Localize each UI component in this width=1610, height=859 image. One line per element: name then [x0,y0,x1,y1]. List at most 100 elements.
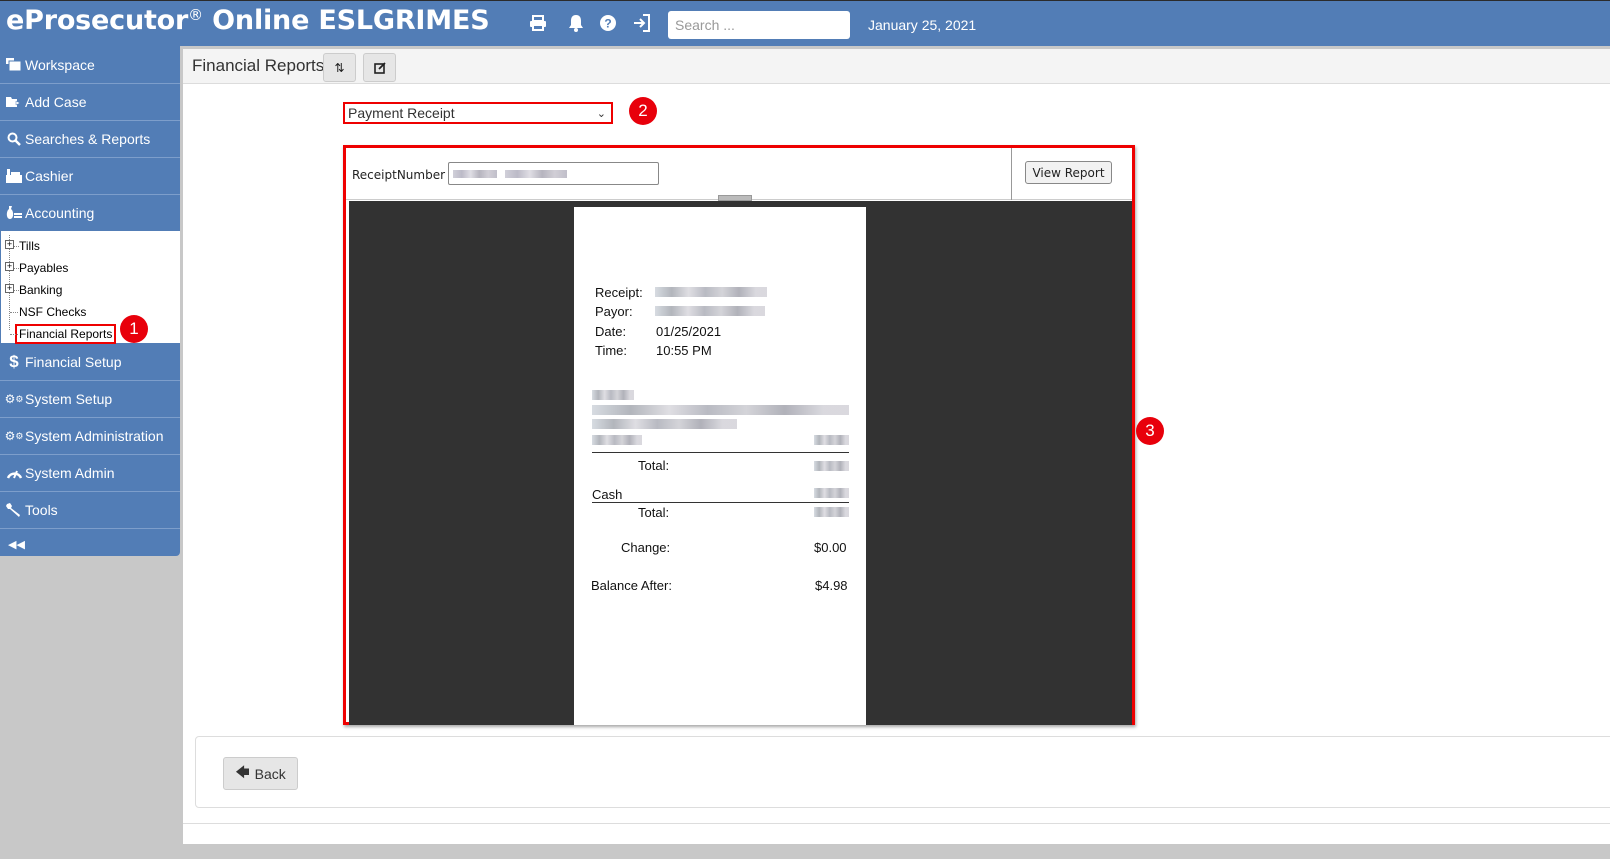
swap-button[interactable]: ⇅ [323,53,356,82]
view-report-button[interactable]: View Report [1025,161,1112,184]
balance-after-label: Balance After: [591,578,672,593]
bell-icon[interactable] [565,12,587,34]
workspace-icon [5,57,23,73]
main-content: Financial Reports ⇅ Payment Receipt ⌄ 2 … [183,46,1610,844]
search-input[interactable] [668,11,850,39]
tree-item-label: Banking [19,283,63,297]
sidebar-item-label: Searches & Reports [25,131,151,147]
amount-redacted [814,435,849,445]
receipt-number-redacted [655,287,767,297]
sidebar-item-label: Accounting [25,205,95,221]
current-date: January 25, 2021 [868,17,977,33]
dollar-icon: $ [9,351,19,371]
annotation-marker-2: 2 [629,97,657,125]
sidebar-item-label: System Administration [25,428,164,444]
payor-redacted [655,306,765,316]
sidebar-item-label: Workspace [25,56,95,73]
tree-item-financial-reports[interactable]: Financial Reports [1,323,180,345]
divider [592,452,849,453]
sidebar-item-label: Tools [25,502,58,518]
sidebar-item-system-setup[interactable]: ⚙ ⚙ System Setup [0,380,180,417]
collapse-sidebar-button[interactable]: ◀◀ [0,528,180,560]
back-button[interactable]: 🡄 Back [223,757,298,790]
balance-after-value: $4.98 [815,578,848,593]
app-title-rest: Online ESLGRIMES [202,5,490,36]
expand-icon[interactable]: + [5,262,14,271]
report-parameters: ReceiptNumber View Report [346,148,1132,200]
total-label: Total: [638,458,670,473]
line-item-redacted [592,390,634,400]
app-title-main: eProsecutor [6,5,189,36]
gears-icon: ⚙ ⚙ [4,429,24,443]
redacted-text [453,169,497,178]
tree-item-label: Tills [19,239,40,253]
divider [592,502,849,503]
page-header: Financial Reports ⇅ [183,46,1610,84]
receipt-number-label: ReceiptNumber [352,168,446,182]
arrow-left-icon: 🡄 [235,763,250,780]
payor-label: Payor: [595,304,633,319]
top-bar: eProsecutor® Online ESLGRIMES ? January … [0,0,1610,46]
annotation-marker-1: 1 [120,315,148,343]
dashboard-icon [5,465,23,481]
action-panel: 🡄 Back [195,736,1610,808]
change-value: $0.00 [814,540,847,555]
page-title: Financial Reports [192,56,325,75]
report-render-area[interactable]: Receipt: Payor: Date: 01/25/2021 Time: 1… [349,201,1132,725]
registered-mark: ® [188,6,203,24]
tree-item-banking[interactable]: + Banking [1,279,180,301]
svg-text:?: ? [604,17,611,31]
total-redacted [814,461,849,471]
sidebar-item-label: Financial Setup [25,353,122,370]
expand-icon[interactable]: + [5,284,14,293]
sidebar-item-searches-reports[interactable]: Searches & Reports [0,120,180,157]
expand-icon[interactable]: + [5,240,14,249]
tree-item-payables[interactable]: + Payables [1,257,180,279]
sidebar-item-label: Add Case [25,94,87,110]
sidebar-item-system-administration[interactable]: ⚙ ⚙ System Administration [0,417,180,454]
edit-icon [373,61,386,74]
sidebar: Workspace Add Case Searches & Reports Ca… [0,46,180,556]
divider [1011,148,1012,200]
cashier-icon [5,168,23,184]
tree-item-label: NSF Checks [19,305,87,319]
sidebar-item-label: System Admin [25,465,115,481]
sidebar-item-add-case[interactable]: Add Case [0,83,180,120]
sidebar-item-financial-setup[interactable]: $ Financial Setup [0,343,180,380]
logout-icon[interactable] [631,12,653,34]
search-icon [5,131,23,147]
line-item-redacted [592,435,642,445]
print-icon[interactable] [527,12,549,34]
chevron-down-icon: ⌄ [596,108,606,120]
sidebar-item-workspace[interactable]: Workspace [0,46,180,83]
tree-item-nsf-checks[interactable]: NSF Checks [1,301,180,323]
receipt-number-input[interactable] [448,162,659,185]
sidebar-item-label: Cashier [25,168,74,184]
double-chevron-left-icon: ◀◀ [8,539,25,551]
edit-button[interactable] [363,53,396,82]
help-icon[interactable]: ? [597,12,619,34]
divider [183,823,1610,824]
sidebar-item-accounting[interactable]: Accounting [0,194,180,231]
report-type-select[interactable]: Payment Receipt ⌄ [343,102,613,124]
tree-item-tills[interactable]: + Tills [1,235,180,257]
sidebar-item-tools[interactable]: Tools [0,491,180,528]
sidebar-item-label: System Setup [25,391,113,407]
report-type-selected: Payment Receipt [348,105,455,121]
time-value: 10:55 PM [656,343,712,358]
tree-item-label: Payables [19,261,69,275]
date-label: Date: [595,324,627,339]
redacted-text [505,169,567,178]
sidebar-item-system-admin[interactable]: System Admin [0,454,180,491]
swap-arrows-icon: ⇅ [334,60,345,75]
payment-total-label: Total: [638,505,670,520]
cash-label: Cash [592,487,623,502]
sidebar-item-cashier[interactable]: Cashier [0,157,180,194]
accounting-icon [5,205,23,221]
change-label: Change: [621,540,671,555]
gears-icon: ⚙ ⚙ [4,392,24,406]
line-item-redacted [592,405,849,415]
payment-total-redacted [814,507,849,517]
cash-redacted [814,488,849,498]
receipt-label: Receipt: [595,285,643,300]
